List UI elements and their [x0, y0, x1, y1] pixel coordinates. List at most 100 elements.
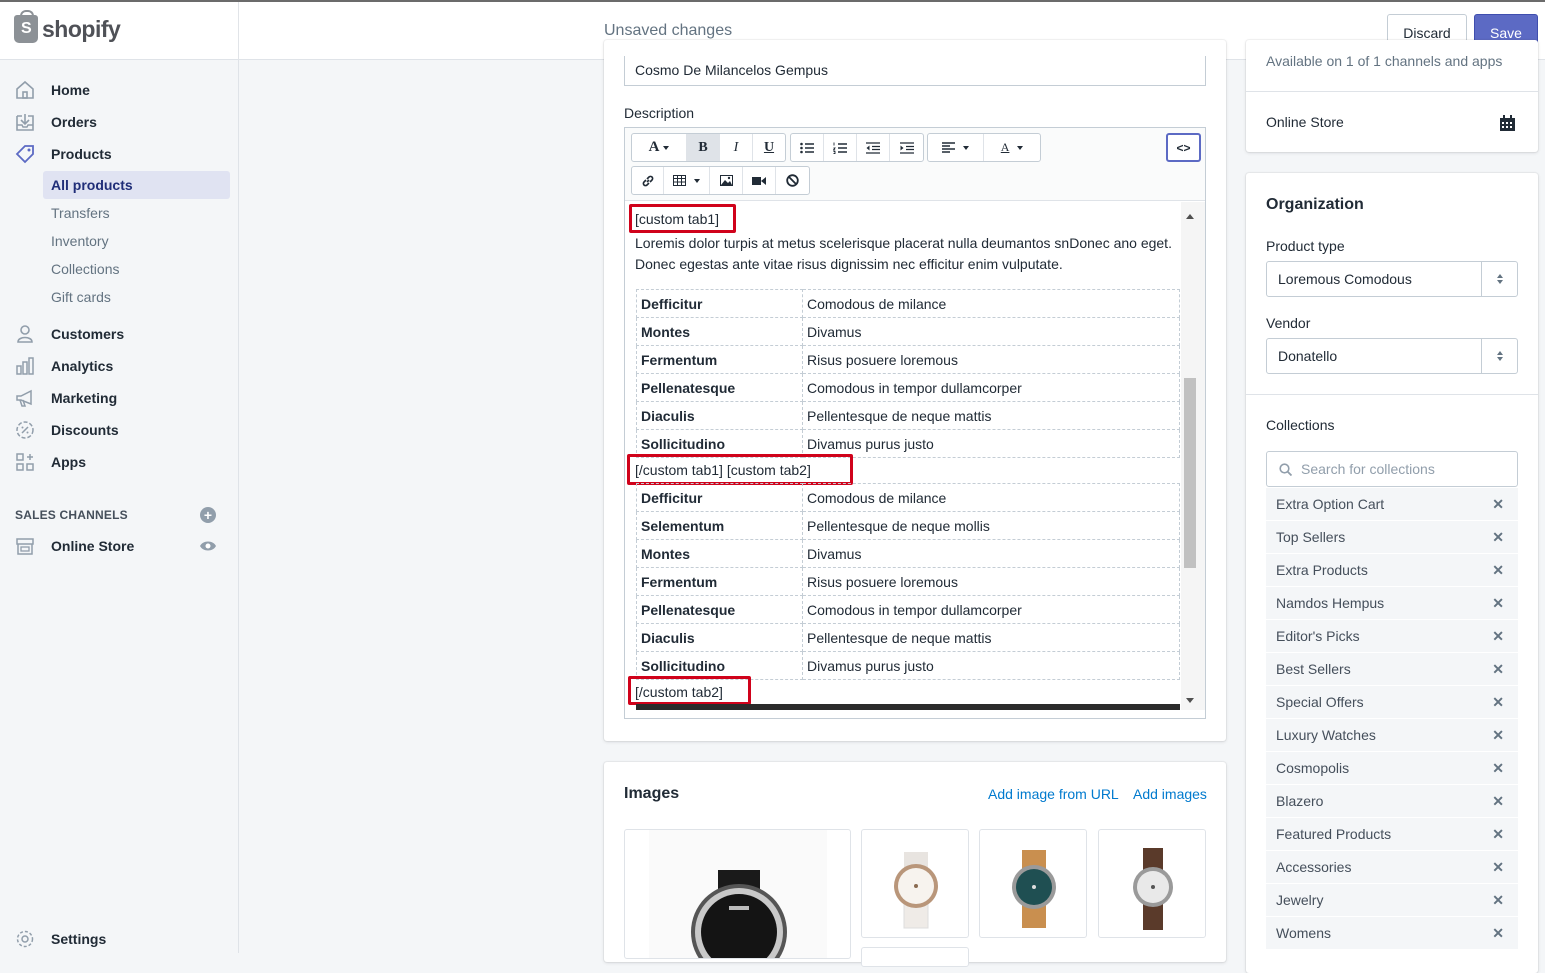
collection-tag-label: Accessories [1276, 859, 1352, 875]
remove-icon[interactable]: ✕ [1492, 859, 1504, 876]
shopify-logo[interactable]: S shopify [14, 10, 121, 43]
sidebar-item-orders[interactable]: Orders [14, 112, 97, 132]
font-style-dropdown[interactable]: A [632, 134, 687, 161]
sidebar-item-discounts[interactable]: Discounts [14, 420, 119, 440]
remove-icon[interactable]: ✕ [1492, 826, 1504, 843]
table-cell-value: Pellentesque de neque mattis [802, 401, 1180, 430]
add-images-link[interactable]: Add images [1133, 786, 1207, 802]
bullet-list-icon[interactable] [791, 134, 824, 161]
table-cell-value: Divamus purus justo [802, 651, 1180, 680]
product-image-thumb[interactable] [1098, 829, 1206, 938]
remove-icon[interactable]: ✕ [1492, 595, 1504, 612]
remove-icon[interactable]: ✕ [1492, 628, 1504, 645]
collection-tag-label: Extra Option Cart [1276, 496, 1385, 512]
collection-tag: Womens ✕ [1266, 917, 1518, 950]
sidebar-item-analytics[interactable]: Analytics [14, 356, 113, 376]
table-cell-value: Pellentesque de neque mollis [802, 511, 1180, 540]
collection-tag-label: Top Sellers [1276, 529, 1346, 545]
collection-tag-label: Special Offers [1276, 694, 1364, 710]
calendar-icon[interactable] [1499, 115, 1516, 132]
scroll-down-icon[interactable] [1186, 698, 1194, 703]
select-arrows-icon [1481, 262, 1517, 296]
sidebar-item-home[interactable]: Home [14, 80, 90, 100]
product-title-input[interactable]: Cosmo De Milancelos Gempus [624, 56, 1206, 86]
spec-table-1: Defficitur Comodous de milance Montes Diva… [636, 289, 1180, 458]
product-type-label: Product type [1266, 238, 1345, 254]
collection-tag: Top Sellers ✕ [1266, 521, 1518, 554]
sidebar: Home Orders Products All products Transf… [0, 60, 239, 953]
tag-icon [14, 144, 36, 164]
code-view-button[interactable]: <> [1166, 133, 1201, 162]
organization-title: Organization [1266, 196, 1364, 213]
table-cell-key: Selementum [636, 511, 803, 540]
collection-tag-label: Womens [1276, 925, 1331, 941]
sidebar-item-settings[interactable]: Settings [14, 929, 106, 949]
table-row: Montes Divamus [636, 539, 1180, 568]
scrollbar-thumb[interactable] [1184, 378, 1196, 568]
remove-icon[interactable]: ✕ [1492, 892, 1504, 909]
table-cell-key: Pellenatesque [636, 595, 803, 624]
remove-icon[interactable]: ✕ [1492, 496, 1504, 513]
remove-icon[interactable]: ✕ [1492, 562, 1504, 579]
text-color-dropdown[interactable]: A [984, 134, 1040, 161]
align-dropdown[interactable] [928, 134, 984, 161]
highlight-box [627, 454, 853, 485]
watch-black-image [649, 830, 827, 958]
editor-content[interactable]: [custom tab1] Loremis dolor turpis at me… [625, 202, 1181, 710]
table-cell-key: Diaculis [636, 623, 803, 652]
collection-tag-label: Editor's Picks [1276, 628, 1360, 644]
sidebar-subitem-gift-cards[interactable]: Gift cards [43, 283, 230, 311]
gear-icon [14, 929, 36, 949]
editor-scrollbar[interactable] [1181, 202, 1205, 710]
remove-icon[interactable]: ✕ [1492, 694, 1504, 711]
description-paragraph: Loremis dolor turpis at metus scelerisqu… [635, 235, 1172, 272]
remove-icon[interactable]: ✕ [1492, 793, 1504, 810]
table-row: Montes Divamus [636, 317, 1180, 346]
video-icon[interactable] [743, 167, 776, 194]
remove-icon[interactable]: ✕ [1492, 529, 1504, 546]
product-image-thumb[interactable] [861, 829, 969, 938]
image-icon[interactable] [710, 167, 743, 194]
product-image-thumb[interactable] [861, 947, 969, 967]
sidebar-subitem-inventory[interactable]: Inventory [43, 227, 230, 255]
sidebar-item-products[interactable]: Products [14, 144, 112, 164]
sidebar-item-customers[interactable]: Customers [14, 324, 124, 344]
table-cell-value: Risus posuere loremous [802, 567, 1180, 596]
watch-tan-strap-image [1012, 850, 1056, 928]
add-sales-channel-icon[interactable]: + [200, 507, 216, 523]
sidebar-item-marketing[interactable]: Marketing [14, 388, 117, 408]
sidebar-subitem-all-products[interactable]: All products [43, 171, 230, 199]
table-cell-key: Defficitur [636, 483, 803, 512]
sidebar-subitem-transfers[interactable]: Transfers [43, 199, 230, 227]
add-image-from-url-link[interactable]: Add image from URL [988, 786, 1119, 802]
sidebar-item-apps[interactable]: Apps [14, 452, 86, 472]
sidebar-item-online-store[interactable]: Online Store [14, 536, 134, 556]
divider [1246, 394, 1538, 395]
clear-format-icon[interactable] [776, 167, 809, 194]
product-image-thumb[interactable] [979, 829, 1087, 938]
remove-icon[interactable]: ✕ [1492, 925, 1504, 942]
eye-icon[interactable] [199, 540, 217, 552]
italic-button[interactable]: I [720, 134, 753, 161]
collection-tag-label: Namdos Hempus [1276, 595, 1385, 611]
underline-button[interactable]: U [753, 134, 785, 161]
outdent-icon[interactable] [857, 134, 890, 161]
sidebar-subitem-collections[interactable]: Collections [43, 255, 230, 283]
vendor-select[interactable]: Donatello [1266, 338, 1518, 374]
product-image-main[interactable] [624, 829, 851, 959]
table-cell-value: Divamus [802, 317, 1180, 346]
link-icon[interactable] [632, 167, 664, 194]
remove-icon[interactable]: ✕ [1492, 727, 1504, 744]
collection-tag: Special Offers ✕ [1266, 686, 1518, 719]
table-cell-value: Risus posuere loremous [802, 345, 1180, 374]
bold-button[interactable]: B [687, 134, 720, 161]
scroll-up-icon[interactable] [1186, 214, 1194, 219]
indent-icon[interactable] [890, 134, 923, 161]
remove-icon[interactable]: ✕ [1492, 760, 1504, 777]
table-cell-value: Pellentesque de neque mattis [802, 623, 1180, 652]
collections-search-input[interactable]: Search for collections [1266, 451, 1518, 487]
table-dropdown[interactable] [664, 167, 710, 194]
numbered-list-icon[interactable] [824, 134, 857, 161]
remove-icon[interactable]: ✕ [1492, 661, 1504, 678]
product-type-select[interactable]: Loremous Comodous [1266, 261, 1518, 297]
